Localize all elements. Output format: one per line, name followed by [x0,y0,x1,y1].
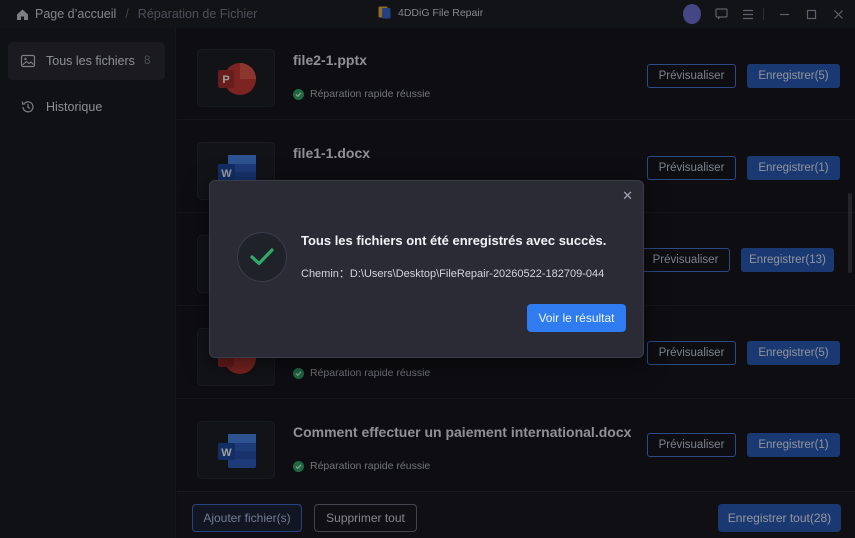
success-check-icon [237,232,287,282]
dialog-close-button[interactable]: ✕ [622,188,633,204]
success-dialog: ✕ Tous les fichiers ont été enregistrés … [209,180,644,358]
view-result-button[interactable]: Voir le résultat [527,304,626,332]
save-path: Chemin：D:\Users\Desktop\FileRepair-20260… [301,268,605,280]
dialog-title: Tous les fichiers ont été enregistrés av… [301,233,607,248]
